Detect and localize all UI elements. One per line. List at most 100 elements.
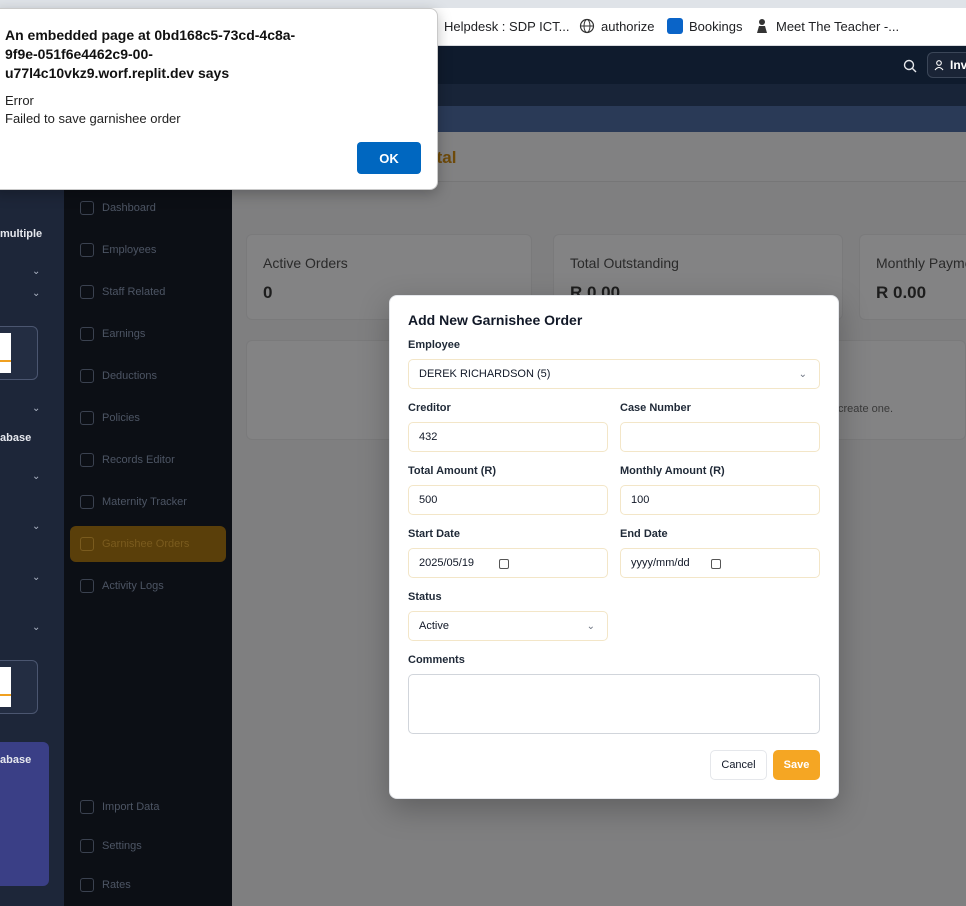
nav-item-maternity-tracker[interactable]: Maternity Tracker [80, 495, 187, 509]
alert-message-line2: Failed to save garnishee order [5, 111, 181, 126]
alert-message-line1: Error [5, 93, 34, 108]
total-amount-label: Total Amount (R) [408, 465, 496, 477]
upload-icon [80, 800, 94, 814]
outlook-icon [667, 18, 683, 34]
gear-icon [80, 839, 94, 853]
chevron-down-icon[interactable]: ⌄ [32, 266, 40, 277]
bookmark-label: Helpdesk : SDP ICT... [444, 18, 570, 34]
nav-label: Deductions [102, 370, 158, 382]
chevron-down-icon[interactable]: ⌄ [32, 403, 40, 414]
outer-sidebar-text: abase [0, 432, 32, 444]
start-date-value: 2025/05/19 [419, 557, 475, 569]
nav-item-dashboard[interactable]: Dashboard [80, 201, 156, 215]
nav-item-garnishee-orders[interactable]: Garnishee Orders [80, 537, 189, 551]
monthly-amount-field[interactable]: 100 [620, 485, 820, 515]
calendar-icon[interactable] [711, 559, 721, 569]
dollar-icon [80, 327, 94, 341]
gavel-icon [80, 537, 94, 551]
chevron-down-icon[interactable]: ⌄ [32, 622, 40, 633]
chevron-down-icon[interactable]: ⌄ [32, 288, 40, 299]
nav-item-activity-logs[interactable]: Activity Logs [80, 579, 164, 593]
tab-strip [0, 0, 966, 8]
user-plus-icon [934, 60, 944, 71]
save-button[interactable]: Save [773, 750, 820, 780]
nav-item-earnings[interactable]: Earnings [80, 327, 145, 341]
comments-textarea[interactable] [408, 674, 820, 734]
calendar-icon[interactable] [499, 559, 509, 569]
nav-item-records-editor[interactable]: Records Editor [80, 453, 175, 467]
status-select[interactable]: Active ⌄ [408, 611, 608, 641]
trending-down-icon [80, 369, 94, 383]
stat-label: Total Outstanding [570, 255, 679, 271]
chevron-down-icon: ⌄ [798, 369, 807, 380]
nav-item-settings[interactable]: Settings [80, 839, 142, 853]
monthly-amount-value: 100 [631, 494, 650, 506]
creditor-field[interactable]: 432 [408, 422, 608, 452]
nav-item-rates[interactable]: Rates [80, 878, 131, 892]
stat-label: Active Orders [263, 255, 348, 271]
nav-item-deductions[interactable]: Deductions [80, 369, 157, 383]
globe-icon [579, 18, 595, 34]
bookmark-helpdesk[interactable]: Helpdesk : SDP ICT... [428, 18, 569, 34]
users-icon [80, 243, 94, 257]
start-date-field[interactable]: 2025/05/19 [408, 548, 608, 578]
nav-label: Settings [102, 840, 142, 852]
invite-button[interactable]: Invi [927, 52, 966, 78]
nav-label: Activity Logs [102, 580, 164, 592]
end-date-value: yyyy/mm/dd [631, 557, 690, 569]
file-icon [80, 453, 94, 467]
stat-card-monthly-payments: Monthly Payme R 0.00 [859, 234, 966, 320]
monthly-amount-label: Monthly Amount (R) [620, 465, 725, 477]
bookmark-label: Meet The Teacher -... [776, 18, 900, 34]
bookmark-bookings[interactable]: Bookings [667, 18, 742, 34]
activity-icon [80, 579, 94, 593]
nav-label: Rates [102, 879, 131, 891]
user-cog-icon [80, 285, 94, 299]
status-label: Status [408, 591, 442, 603]
bookmark-meet-the-teacher[interactable]: Meet The Teacher -... [754, 18, 899, 34]
invite-label: Invi [950, 58, 966, 72]
nav-label: Dashboard [102, 202, 156, 214]
ok-button[interactable]: OK [357, 142, 421, 174]
stat-value: 0 [263, 283, 273, 302]
nav-label: Records Editor [102, 454, 175, 466]
nav-label: Maternity Tracker [102, 496, 187, 508]
nav-label: Staff Related [102, 286, 166, 298]
dashboard-icon [80, 201, 94, 215]
total-amount-value: 500 [419, 494, 438, 506]
employee-value: DEREK RICHARDSON (5) [419, 368, 551, 380]
total-amount-field[interactable]: 500 [408, 485, 608, 515]
comments-label: Comments [408, 654, 465, 666]
nav-label: Import Data [102, 801, 160, 813]
alert-title: An embedded page at 0bd168c5-73cd-4c8a-9… [5, 27, 296, 81]
bookmark-label: authorize [601, 18, 655, 34]
bookmark-label: Bookings [689, 18, 743, 34]
nav-item-staff-related[interactable]: Staff Related [80, 285, 165, 299]
nav-item-import-data[interactable]: Import Data [80, 800, 159, 814]
search-icon[interactable] [902, 58, 918, 74]
thumbnail[interactable] [0, 326, 38, 380]
employee-select[interactable]: DEREK RICHARDSON (5) ⌄ [408, 359, 820, 389]
creditor-value: 432 [419, 431, 438, 443]
nav-item-policies[interactable]: Policies [80, 411, 140, 425]
bookmark-authorize[interactable]: authorize [579, 18, 654, 34]
nav-item-employees[interactable]: Employees [80, 243, 156, 257]
nav-label: Employees [102, 244, 157, 256]
nav-label: Earnings [102, 328, 146, 340]
chevron-down-icon[interactable]: ⌄ [32, 471, 40, 482]
status-value: Active [419, 620, 449, 632]
outer-sidebar-text: abase [0, 754, 32, 766]
end-date-label: End Date [620, 528, 668, 540]
person-icon [757, 19, 767, 33]
modal-title: Add New Garnishee Order [408, 312, 583, 328]
case-number-field[interactable] [620, 422, 820, 452]
nav-label: Policies [102, 412, 140, 424]
chevron-down-icon[interactable]: ⌄ [32, 572, 40, 583]
chevron-down-icon[interactable]: ⌄ [32, 521, 40, 532]
stat-value: R 0.00 [876, 283, 927, 302]
end-date-field[interactable]: yyyy/mm/dd [620, 548, 820, 578]
thumbnail[interactable] [0, 660, 38, 714]
nav-label: Garnishee Orders [102, 538, 190, 550]
start-date-label: Start Date [408, 528, 460, 540]
cancel-button[interactable]: Cancel [710, 750, 767, 780]
